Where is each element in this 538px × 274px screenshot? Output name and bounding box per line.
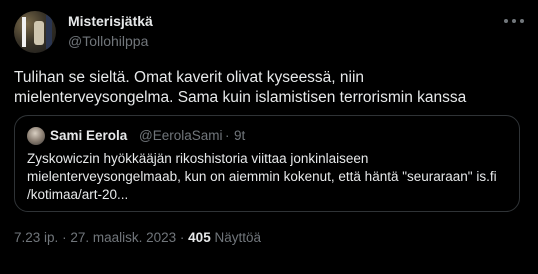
tweet-time[interactable]: 7.23 ip.	[14, 230, 58, 245]
author-handle[interactable]: @Tollohilppa	[68, 33, 148, 49]
views-label: Näyttöä	[214, 230, 261, 245]
tweet: Misterisjätkä @Tollohilppa Tulihan se si…	[0, 0, 538, 274]
quoted-time[interactable]: 9t	[234, 128, 245, 143]
avatar[interactable]	[14, 11, 56, 53]
meta-separator: ·	[62, 230, 67, 245]
more-horizontal-icon[interactable]	[504, 14, 524, 28]
quoted-handle: @EerolaSami	[139, 128, 223, 143]
quoted-display-name: Sami Eerola	[50, 128, 128, 143]
tweet-date[interactable]: 27. maalisk. 2023	[70, 230, 176, 245]
quoted-text: Zyskowiczin hyökkääjän rikoshistoria vii…	[27, 151, 497, 202]
tweet-meta: 7.23 ip. · 27. maalisk. 2023 · 405 Näytt…	[14, 230, 261, 245]
quoted-avatar	[27, 127, 45, 145]
quoted-separator: ·	[225, 128, 230, 143]
quoted-tweet[interactable]: Sami Eerola @EerolaSami · 9t Zyskowiczin…	[14, 115, 520, 212]
tweet-text: Tulihan se sieltä. Omat kaverit olivat k…	[14, 69, 467, 106]
author-display-name[interactable]: Misterisjätkä	[68, 13, 153, 29]
views-count: 405	[188, 230, 211, 245]
meta-separator: ·	[179, 230, 185, 245]
